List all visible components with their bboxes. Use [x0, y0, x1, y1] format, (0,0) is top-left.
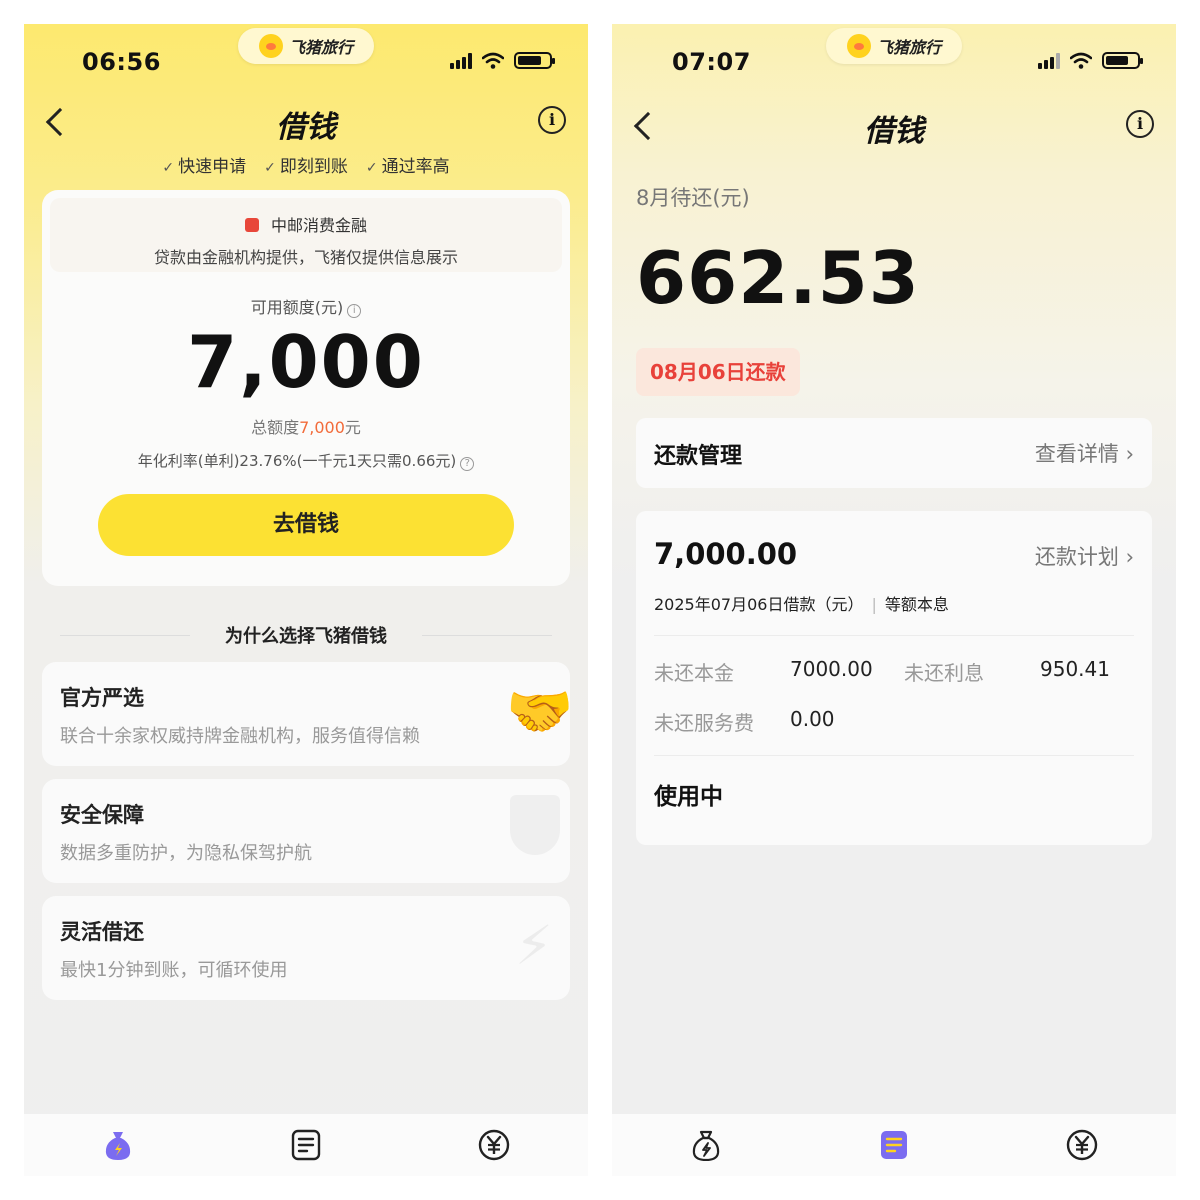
- wifi-icon: [482, 52, 504, 69]
- page-title: 借钱: [864, 114, 924, 149]
- feature-tags: ✓ 快速申请 ✓ 即刻到账 ✓ 通过率高: [24, 152, 588, 177]
- tab-borrow[interactable]: [102, 1129, 134, 1161]
- divider: [654, 635, 1134, 636]
- right-screen: 07:07 飞猪旅行 借钱 i 8月待还(元) 662.53 08月06日还款 …: [612, 24, 1176, 1176]
- feature-card-security: 安全保障 数据多重防护，为隐私保驾护航: [42, 779, 570, 883]
- check-icon: ✓: [264, 160, 276, 176]
- due-amount: 662.53: [636, 236, 920, 320]
- info-icon[interactable]: i: [538, 106, 566, 134]
- why-title: 为什么选择飞猪借钱: [225, 626, 387, 647]
- signal-icon: [450, 52, 472, 69]
- tab-repay[interactable]: [1066, 1129, 1098, 1161]
- institution-box: 中邮消费金融 贷款由金融机构提供，飞猪仅提供信息展示: [50, 198, 562, 272]
- feature-tag: ✓ 即刻到账: [264, 157, 348, 177]
- loan-status: 使用中: [654, 784, 723, 810]
- brand-name: 飞猪旅行: [876, 38, 941, 57]
- yen-icon: [478, 1129, 510, 1161]
- feature-card-title: 官方严选: [60, 686, 144, 710]
- institution-logo-icon: [244, 218, 259, 232]
- institution-name: 中邮消费金融: [270, 216, 367, 235]
- brand-pill: 飞猪旅行: [238, 28, 374, 64]
- left-screen: 06:56 飞猪旅行 借钱 i ✓ 快速申请 ✓ 即刻到账 ✓ 通过率高 中邮消费金融…: [24, 24, 588, 1176]
- feature-card-desc: 联合十余家权威持牌金融机构，服务值得信赖: [60, 726, 420, 747]
- feature-tag: ✓ 通过率高: [365, 157, 450, 177]
- chevron-right-icon: ›: [1125, 442, 1134, 466]
- interest-label: 未还利息: [904, 661, 984, 685]
- yen-icon: [1066, 1129, 1098, 1161]
- status-icons: [1038, 52, 1143, 69]
- repayment-management-title: 还款管理: [654, 444, 743, 469]
- brand-pill: 飞猪旅行: [826, 28, 962, 64]
- status-icons: [450, 52, 555, 69]
- brand-logo-icon: [846, 34, 871, 58]
- signal-icon: [1038, 52, 1060, 69]
- chevron-right-icon: ›: [1125, 545, 1134, 569]
- credit-label: 可用额度(元) i: [42, 294, 570, 318]
- document-icon: [881, 1131, 907, 1159]
- service-fee-value: 0.00: [790, 707, 835, 731]
- loan-subtitle: 2025年07月06日借款（元） | 等额本息: [654, 595, 949, 614]
- brand-name: 飞猪旅行: [288, 38, 353, 57]
- feature-card-desc: 最快1分钟到账，可循环使用: [60, 960, 288, 981]
- due-date-tag: 08月06日还款: [636, 348, 800, 396]
- battery-icon: [514, 52, 555, 69]
- tab-repay[interactable]: [478, 1129, 510, 1161]
- feature-card-desc: 数据多重防护，为隐私保驾护航: [60, 843, 312, 864]
- wifi-icon: [1070, 52, 1092, 69]
- credit-card: 中邮消费金融 贷款由金融机构提供，飞猪仅提供信息展示 可用额度(元) i 7,00…: [42, 190, 570, 586]
- credit-value: 7,000: [187, 320, 425, 404]
- handshake-icon: 🤝: [506, 680, 570, 743]
- repayment-plan-link[interactable]: 还款计划 ›: [1035, 541, 1134, 571]
- tab-bills[interactable]: [290, 1129, 322, 1161]
- institution-note: 贷款由金融机构提供，飞猪仅提供信息展示: [153, 248, 458, 267]
- principal-value: 7000.00: [790, 657, 873, 681]
- loan-card: 7,000.00 还款计划 › 2025年07月06日借款（元） | 等额本息 未还…: [636, 511, 1152, 845]
- total-credit: 总额度7,000元: [251, 418, 361, 437]
- shield-icon: [510, 795, 560, 855]
- check-icon: ✓: [365, 160, 378, 176]
- feature-card-official: 官方严选 联合十余家权威持牌金融机构，服务值得信赖 🤝: [42, 662, 570, 766]
- feature-tag: ✓ 快速申请: [162, 157, 247, 177]
- feature-card-title: 安全保障: [60, 803, 144, 827]
- help-icon[interactable]: ?: [460, 457, 475, 471]
- view-details-link[interactable]: 查看详情 ›: [1035, 438, 1134, 468]
- divider: [654, 755, 1134, 756]
- money-bag-icon: [105, 1132, 131, 1160]
- interest-rate: 年化利率(单利)23.76%(一千元1天只需0.66元)?: [42, 450, 570, 471]
- info-icon[interactable]: i: [1126, 110, 1154, 138]
- lightning-icon: ⚡: [515, 914, 553, 977]
- brand-logo-icon: [258, 34, 283, 58]
- tab-bills[interactable]: [878, 1129, 910, 1161]
- status-time: 06:56: [82, 48, 161, 76]
- service-fee-label: 未还服务费: [654, 711, 754, 735]
- loan-amount: 7,000.00: [654, 537, 798, 571]
- feature-card-title: 灵活借还: [60, 920, 144, 944]
- borrow-button[interactable]: 去借钱: [98, 494, 514, 556]
- tab-bar: [24, 1114, 588, 1176]
- tab-bar: [612, 1114, 1176, 1176]
- repayment-method: 等额本息: [884, 595, 949, 614]
- info-small-icon[interactable]: i: [347, 304, 362, 318]
- due-label: 8月待还(元): [636, 186, 750, 210]
- tab-borrow[interactable]: [690, 1129, 722, 1161]
- battery-icon: [1102, 52, 1143, 69]
- feature-card-flexible: 灵活借还 最快1分钟到账，可循环使用 ⚡: [42, 896, 570, 1000]
- interest-value: 950.41: [1040, 657, 1110, 681]
- money-bag-icon: [692, 1130, 720, 1161]
- repayment-management-card[interactable]: 还款管理 查看详情 ›: [636, 418, 1152, 488]
- principal-label: 未还本金: [654, 661, 734, 685]
- check-icon: ✓: [162, 160, 175, 176]
- document-icon: [291, 1129, 321, 1161]
- page-title: 借钱: [276, 110, 336, 145]
- status-time: 07:07: [672, 48, 751, 76]
